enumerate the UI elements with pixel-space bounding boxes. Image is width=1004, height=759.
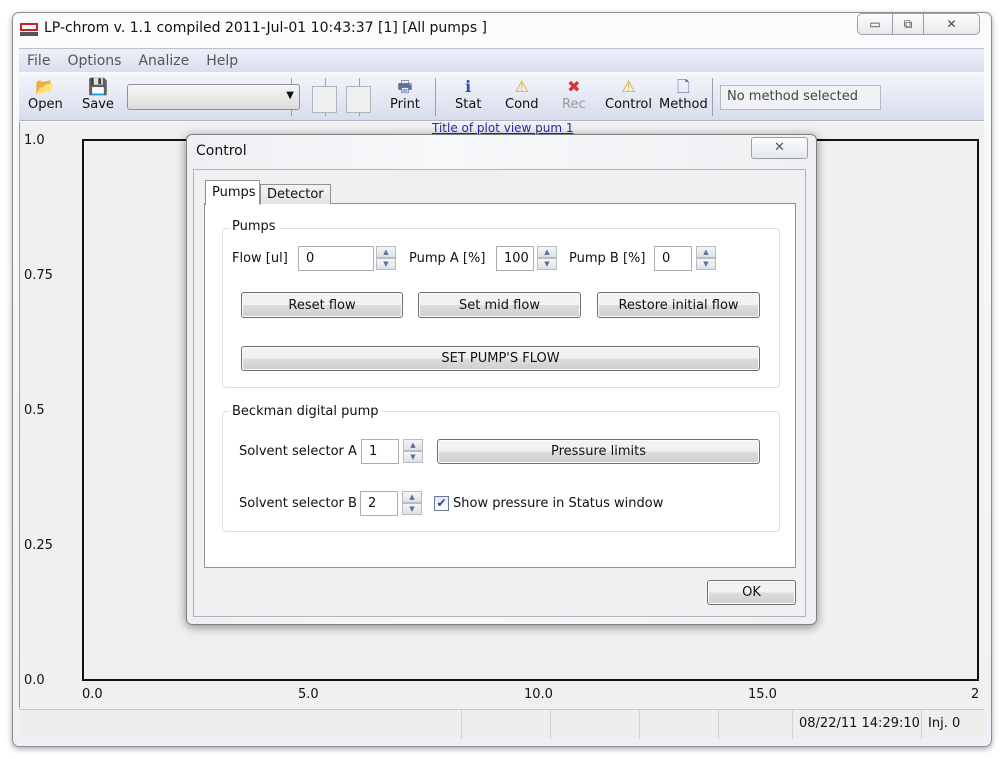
stat-button[interactable]: ℹ Stat: [455, 77, 481, 112]
stat-label: Stat: [455, 97, 482, 112]
y-tick-label: 0.25: [24, 538, 53, 553]
warning-icon: ⚠: [621, 77, 636, 96]
save-button[interactable]: 💾 Save: [82, 77, 114, 112]
new-method-icon: 🗋: [676, 77, 690, 96]
checkmark-icon: ✔: [436, 496, 447, 510]
y-tick-label: 0.5: [24, 403, 45, 418]
save-label: Save: [82, 97, 114, 112]
x-tick-label: 15.0: [748, 687, 777, 702]
x-tick-label: 10.0: [524, 687, 553, 702]
print-button[interactable]: 🖶 Print: [390, 77, 420, 112]
cond-label: Cond: [505, 97, 539, 112]
spin-up-icon[interactable]: ▲: [403, 439, 423, 451]
pumps-group-title: Pumps: [229, 219, 279, 234]
spin-up-icon[interactable]: ▲: [537, 246, 557, 258]
menu-options[interactable]: Options: [67, 53, 121, 69]
printer-icon: 🖶: [397, 77, 413, 96]
spin-down-icon[interactable]: ▼: [537, 258, 557, 270]
set-pumps-flow-button[interactable]: SET PUMP'S FLOW: [241, 346, 760, 371]
menu-file[interactable]: File: [27, 53, 50, 69]
spin-up-icon[interactable]: ▲: [696, 246, 716, 258]
pump-b-label: Pump B [%]: [569, 251, 646, 266]
spin-down-icon[interactable]: ▼: [403, 451, 423, 463]
tab-detector[interactable]: Detector: [260, 184, 331, 204]
spin-down-icon[interactable]: ▼: [696, 258, 716, 270]
menu-bar: File Options Analize Help: [19, 48, 984, 72]
method-button[interactable]: 🗋 Method: [659, 77, 708, 112]
status-cell: [639, 710, 719, 739]
open-label: Open: [28, 97, 63, 112]
dialog-close-button[interactable]: ✕: [751, 137, 808, 159]
print-label: Print: [390, 97, 420, 112]
x-tick-label: 0.0: [82, 687, 103, 702]
spin-down-icon[interactable]: ▼: [376, 258, 396, 270]
spin-up-icon[interactable]: ▲: [402, 491, 422, 503]
info-icon: ℹ: [465, 77, 472, 96]
open-folder-icon: 📂: [35, 77, 56, 96]
beckman-group-title: Beckman digital pump: [229, 404, 382, 419]
status-injections: Inj. 0: [921, 710, 984, 739]
x-tick-label: 5.0: [298, 687, 319, 702]
warning-icon: ⚠: [514, 77, 529, 96]
flow-input[interactable]: 0: [298, 246, 374, 271]
status-datetime: 08/22/11 14:29:10: [792, 710, 922, 739]
close-button[interactable]: ✕: [923, 13, 980, 35]
menu-help[interactable]: Help: [206, 53, 238, 69]
status-cell: [550, 710, 640, 739]
solvent-selector-b-label: Solvent selector B: [239, 496, 357, 511]
method-status-field: No method selected: [720, 85, 881, 110]
y-tick-label: 0.75: [24, 268, 53, 283]
method-label: Method: [659, 97, 708, 112]
toolbar-combo[interactable]: ▼: [127, 84, 300, 110]
reset-flow-button[interactable]: Reset flow: [241, 292, 403, 318]
window-title: LP-chrom v. 1.1 compiled 2011-Jul-01 10:…: [44, 20, 488, 36]
spin-up-icon[interactable]: ▲: [376, 246, 396, 258]
set-mid-flow-button[interactable]: Set mid flow: [418, 292, 581, 318]
toolbar-blank-button-2[interactable]: [346, 86, 371, 113]
beckman-group: [222, 411, 780, 532]
show-pressure-checkbox[interactable]: ✔: [434, 496, 449, 511]
app-icon: [20, 23, 38, 36]
pump-b-input[interactable]: 0: [654, 246, 692, 271]
show-pressure-label[interactable]: Show pressure in Status window: [453, 496, 663, 511]
flow-label: Flow [ul]: [232, 251, 288, 266]
open-button[interactable]: 📂 Open: [28, 77, 63, 112]
flow-spinner[interactable]: ▲ ▼: [376, 246, 396, 271]
solvent-selector-a-label: Solvent selector A: [239, 444, 357, 459]
save-disk-icon: 💾: [88, 77, 108, 96]
plot-title[interactable]: Title of plot view pum 1: [432, 121, 574, 135]
maximize-button[interactable]: ⧉: [892, 13, 924, 35]
y-tick-label: 0.0: [24, 673, 45, 688]
spin-down-icon[interactable]: ▼: [402, 503, 422, 515]
solvent-selector-b-spinner[interactable]: ▲ ▼: [402, 491, 422, 516]
minimize-button[interactable]: ▭: [857, 13, 893, 35]
status-cell: [718, 710, 798, 739]
pressure-limits-button[interactable]: Pressure limits: [437, 439, 760, 464]
pump-a-spinner[interactable]: ▲ ▼: [537, 246, 557, 271]
error-icon: ✖: [567, 77, 581, 96]
pump-a-input[interactable]: 100: [496, 246, 534, 271]
tab-pumps[interactable]: Pumps: [205, 180, 260, 205]
control-label: Control: [605, 97, 652, 112]
y-tick-label: 1.0: [24, 133, 45, 148]
menu-analize[interactable]: Analize: [138, 53, 189, 69]
rec-button[interactable]: ✖ Rec: [562, 77, 586, 112]
rec-label: Rec: [562, 97, 586, 112]
solvent-selector-a-spinner[interactable]: ▲ ▼: [403, 439, 423, 464]
x-tick-label: 2: [971, 687, 980, 702]
pump-b-spinner[interactable]: ▲ ▼: [696, 246, 716, 271]
cond-button[interactable]: ⚠ Cond: [505, 77, 539, 112]
solvent-selector-b-input[interactable]: 2: [360, 491, 398, 516]
pump-a-label: Pump A [%]: [409, 251, 486, 266]
ok-button[interactable]: OK: [707, 580, 796, 605]
control-button[interactable]: ⚠ Control: [605, 77, 652, 112]
dialog-title: Control: [196, 143, 247, 159]
solvent-selector-a-input[interactable]: 1: [361, 439, 399, 464]
restore-initial-flow-button[interactable]: Restore initial flow: [597, 292, 760, 318]
toolbar-blank-button-1[interactable]: [312, 86, 337, 113]
chevron-down-icon: ▼: [286, 90, 294, 101]
status-bar: 08/22/11 14:29:10 Inj. 0: [19, 709, 984, 739]
